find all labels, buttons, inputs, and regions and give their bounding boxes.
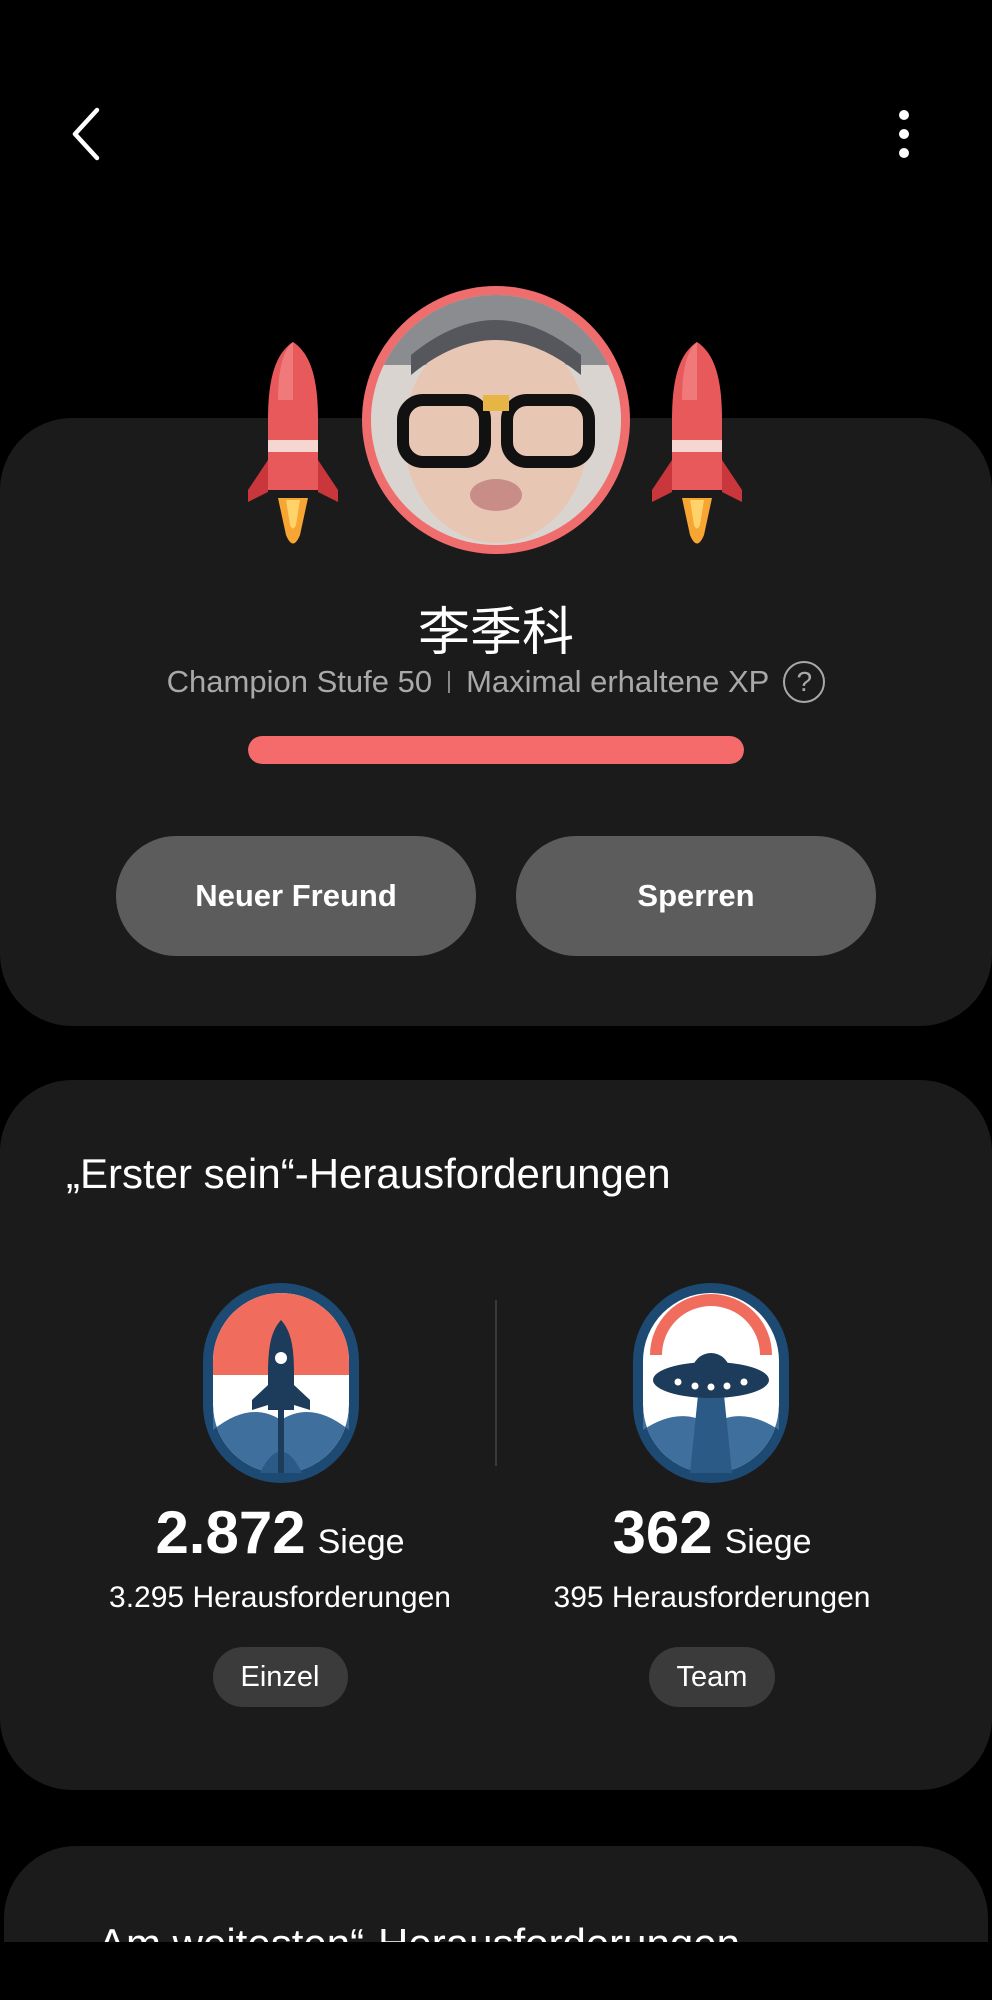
challenges-count: 3.295 Herausforderungen [109, 1581, 451, 1614]
wins-row: 2.872 Siege [60, 1498, 500, 1567]
single-chip[interactable]: Einzel [212, 1647, 348, 1707]
xp-text: Maximal erhaltene XP [466, 664, 770, 699]
xp-progress-bar [248, 736, 744, 764]
help-icon[interactable]: ? [783, 661, 826, 703]
more-options-button[interactable] [876, 98, 932, 170]
single-stats: 2.872 Siege 3.295 Herausforderungen Einz… [60, 1498, 500, 1707]
more-vertical-icon [899, 110, 909, 158]
rocket-badge-icon [203, 1283, 359, 1483]
challenges-count: 395 Herausforderungen [553, 1581, 871, 1614]
rocket-icon [248, 342, 338, 544]
section-title: „Erster sein“-Herausforderungen [66, 1150, 671, 1197]
ufo-badge-icon [633, 1283, 789, 1483]
wins-label: Siege [317, 1523, 405, 1561]
avatar-photo [371, 295, 621, 545]
add-friend-button[interactable]: Neuer Freund [116, 836, 476, 956]
profile-name: 李季科 [417, 603, 574, 663]
wins-label: Siege [724, 1523, 812, 1561]
wins-row: 362 Siege [492, 1498, 932, 1567]
back-button[interactable] [58, 98, 114, 170]
bottom-edge [0, 1942, 992, 2000]
block-button[interactable]: Sperren [516, 836, 876, 956]
chevron-left-icon [72, 107, 100, 161]
team-chip[interactable]: Team [648, 1647, 776, 1707]
divider [495, 1300, 497, 1466]
avatar[interactable] [362, 286, 630, 554]
level-info: Champion Stufe 50 Maximal erhaltene XP ? [0, 658, 992, 706]
team-stats: 362 Siege 395 Herausforderungen Team [492, 1498, 932, 1707]
rocket-icon [652, 342, 742, 544]
wins-count: 362 [612, 1499, 713, 1566]
separator [448, 671, 451, 693]
level-text: Champion Stufe 50 [166, 664, 433, 699]
xp-progress-fill [248, 736, 744, 764]
top-bar [0, 0, 992, 260]
wins-count: 2.872 [155, 1499, 306, 1566]
